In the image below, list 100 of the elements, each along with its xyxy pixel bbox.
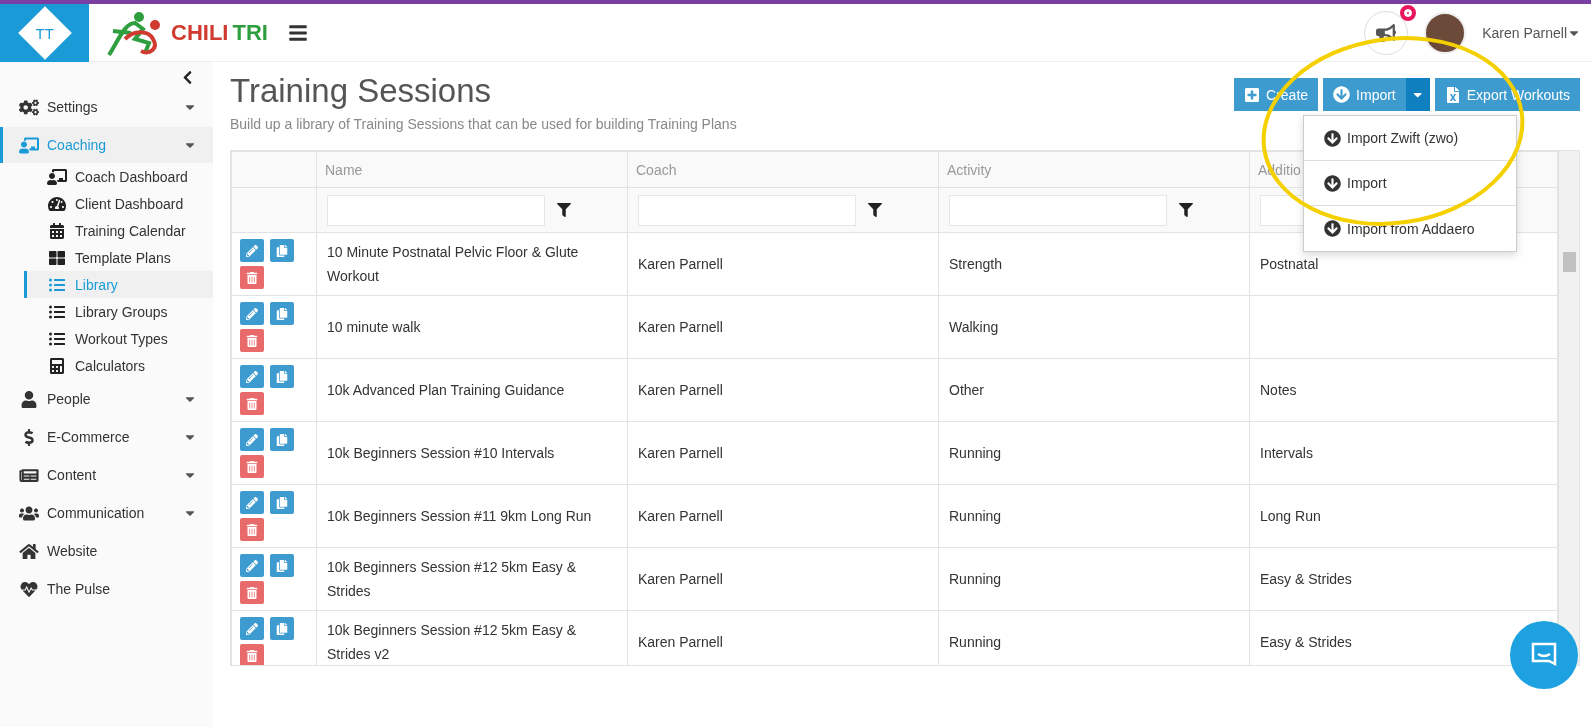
filter-field[interactable]: [638, 194, 856, 226]
filter-field[interactable]: [327, 194, 545, 226]
table-cell: 10k Advanced Plan Training Guidance: [316, 358, 628, 422]
sidebar-icon: [19, 466, 39, 484]
copy-button[interactable]: [270, 428, 294, 451]
sidebar-item[interactable]: The Pulse: [0, 571, 213, 607]
brand-name: CHILI: [171, 19, 229, 46]
table-cell: Karen Parnell: [627, 547, 939, 611]
menu-item[interactable]: Import: [1304, 161, 1516, 206]
sidebar-icon: [47, 330, 67, 347]
table-cell: 10k Beginners Session #10 Intervals: [316, 421, 628, 485]
sidebar-subitem[interactable]: Coach Dashboard: [24, 163, 213, 190]
dropdown-toggle[interactable]: [1405, 78, 1430, 111]
table-cell: Karen Parnell: [627, 232, 939, 296]
page-subtitle: Build up a library of Training Sessions that can be used for building Training Plans: [230, 116, 738, 132]
edit-button[interactable]: [240, 302, 264, 325]
trash-icon: [246, 649, 258, 662]
delete-button[interactable]: [240, 455, 264, 478]
edit-button[interactable]: [240, 365, 264, 388]
filter-icon[interactable]: [1179, 203, 1193, 217]
copy-icon: [276, 244, 288, 257]
sidebar-subitem[interactable]: Calculators: [24, 352, 213, 379]
delete-button[interactable]: [240, 518, 264, 541]
sidebar-icon: [47, 195, 67, 212]
sidebar-item[interactable]: E-Commerce: [0, 419, 213, 455]
copy-button[interactable]: [270, 365, 294, 388]
delete-button[interactable]: [240, 266, 264, 289]
trash-icon: [246, 586, 258, 599]
copy-button[interactable]: [270, 554, 294, 577]
scrollbar[interactable]: [1558, 151, 1579, 665]
table-cell: Long Run: [1249, 484, 1558, 548]
copy-button[interactable]: [270, 617, 294, 640]
sidebar-icon: [19, 504, 39, 522]
edit-button[interactable]: [240, 617, 264, 640]
table-cell: 10 Minute Postnatal Pelvic Floor & Glute Workout: [316, 232, 628, 296]
copy-button[interactable]: [270, 239, 294, 262]
table-cell: Running: [938, 484, 1250, 548]
brand-name: TRI: [232, 19, 268, 46]
sidebar-item[interactable]: Content: [0, 457, 213, 493]
file-icon: [1444, 86, 1461, 103]
sidebar-icon: [19, 542, 39, 560]
copy-button[interactable]: [270, 302, 294, 325]
sidebar-item[interactable]: Communication: [0, 495, 213, 531]
pencil-icon: [246, 244, 258, 257]
user-menu[interactable]: Karen Parnell: [1476, 23, 1587, 42]
pencil-icon: [246, 559, 258, 572]
sidebar-subitem[interactable]: Library Groups: [24, 298, 213, 325]
trash-icon: [246, 271, 258, 284]
sidebar-icon: [47, 222, 67, 239]
sidebar-subitem[interactable]: Template Plans: [24, 244, 213, 271]
logo-text: TT: [35, 24, 54, 41]
pencil-icon: [246, 370, 258, 383]
trash-icon: [246, 523, 258, 536]
filter-icon[interactable]: [868, 203, 882, 217]
copy-icon: [276, 559, 288, 572]
download-icon: [1324, 129, 1341, 147]
table-cell: Running: [938, 547, 1250, 611]
table-cell: Walking: [938, 295, 1250, 359]
edit-button[interactable]: [240, 428, 264, 451]
table-cell: Karen Parnell: [627, 421, 939, 485]
sidebar-item[interactable]: People: [0, 381, 213, 417]
delete-button[interactable]: [240, 329, 264, 352]
trash-icon: [246, 460, 258, 473]
pencil-icon: [246, 433, 258, 446]
edit-button[interactable]: [240, 491, 264, 514]
table-cell: Notes: [1249, 358, 1558, 422]
copy-button[interactable]: [270, 491, 294, 514]
copy-icon: [276, 433, 288, 446]
sidebar-item[interactable]: Settings: [0, 89, 213, 125]
download-icon: [1333, 86, 1351, 103]
delete-button[interactable]: [240, 644, 264, 665]
download-icon: [1324, 174, 1341, 192]
sidebar-icon: [19, 98, 39, 116]
pencil-icon: [246, 307, 258, 320]
copy-icon: [276, 496, 288, 509]
menu-item[interactable]: Import Zwift (zwo): [1304, 116, 1516, 161]
page-title: Training Sessions: [230, 72, 493, 110]
filter-field[interactable]: [949, 194, 1167, 226]
table-cell: Karen Parnell: [627, 295, 939, 359]
sidebar-icon: [19, 390, 39, 408]
delete-button[interactable]: [240, 392, 264, 415]
sidebar-icon: [47, 249, 67, 266]
sidebar-subitem[interactable]: Training Calendar: [24, 217, 213, 244]
sidebar-subitem[interactable]: Client Dashboard: [24, 190, 213, 217]
trash-icon: [246, 397, 258, 410]
avatar[interactable]: [1424, 11, 1467, 54]
table-cell: Running: [938, 421, 1250, 485]
download-icon: [1324, 220, 1341, 237]
sidebar-item[interactable]: Website: [0, 533, 213, 569]
delete-button[interactable]: [240, 581, 264, 604]
sidebar-subitem[interactable]: Workout Types: [24, 325, 213, 352]
table-cell: Other: [938, 358, 1250, 422]
filter-icon[interactable]: [557, 203, 571, 217]
table-cell: 10 minute walk: [316, 295, 628, 359]
filter-field[interactable]: [1260, 194, 1304, 226]
edit-button[interactable]: [240, 554, 264, 577]
sidebar-icon: [19, 136, 39, 154]
copy-icon: [276, 622, 288, 635]
sidebar-icon: [19, 580, 39, 598]
edit-button[interactable]: [240, 239, 264, 262]
